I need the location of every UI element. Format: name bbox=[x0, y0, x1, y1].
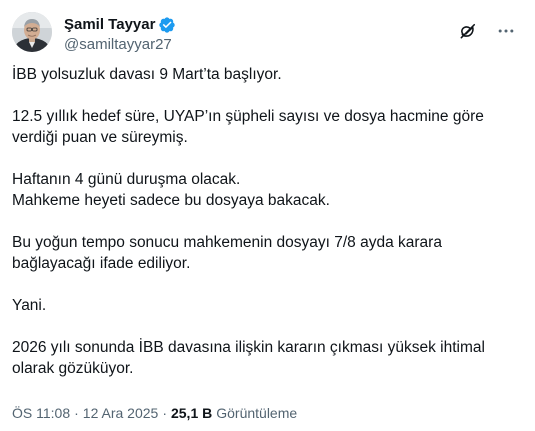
avatar-image bbox=[12, 12, 52, 52]
tweet-paragraph: Haftanın 4 günü duruşma olacak. Mahkeme … bbox=[12, 171, 330, 209]
tweet-paragraph: Bu yoğun tempo sonucu mahkemenin dosyayı… bbox=[12, 234, 442, 272]
tweet-paragraph: Yani. bbox=[12, 297, 47, 314]
grok-button[interactable] bbox=[451, 14, 485, 48]
views-count: 25,1 B bbox=[170, 405, 213, 421]
author-handle[interactable]: @samiltayyar27 bbox=[64, 35, 176, 55]
tweet-actions bbox=[451, 14, 523, 48]
meta-separator: · bbox=[74, 405, 79, 421]
tweet-header: Şamil Tayyar @samiltayyar27 bbox=[12, 12, 523, 56]
name-row: Şamil Tayyar bbox=[64, 15, 176, 35]
tweet-paragraph: 12.5 yıllık hedef süre, UYAP’ın şüpheli … bbox=[12, 108, 484, 146]
author-info: Şamil Tayyar @samiltayyar27 bbox=[64, 15, 176, 55]
tweet-paragraph: İBB yolsuzluk davası 9 Mart’ta başlıyor. bbox=[12, 66, 282, 83]
tweet: Şamil Tayyar @samiltayyar27 İBB yolsuzlu… bbox=[0, 0, 535, 431]
tweet-time[interactable]: ÖS 11:08 bbox=[12, 404, 70, 422]
verified-badge-icon bbox=[158, 16, 176, 34]
avatar[interactable] bbox=[12, 12, 52, 52]
more-icon bbox=[498, 29, 514, 33]
meta-separator: · bbox=[162, 405, 167, 421]
tweet-date[interactable]: 12 Ara 2025 bbox=[83, 404, 159, 422]
tweet-meta: ÖS 11:08 · 12 Ara 2025 · 25,1 B Görüntül… bbox=[12, 404, 297, 422]
tweet-paragraph: 2026 yılı sonunda İBB davasına ilişkin k… bbox=[12, 339, 485, 377]
tweet-text: İBB yolsuzluk davası 9 Mart’ta başlıyor.… bbox=[12, 64, 512, 379]
views-label: Görüntüleme bbox=[216, 405, 298, 421]
grok-icon bbox=[460, 23, 476, 39]
author-name[interactable]: Şamil Tayyar bbox=[64, 15, 155, 35]
more-options-button[interactable] bbox=[489, 14, 523, 48]
